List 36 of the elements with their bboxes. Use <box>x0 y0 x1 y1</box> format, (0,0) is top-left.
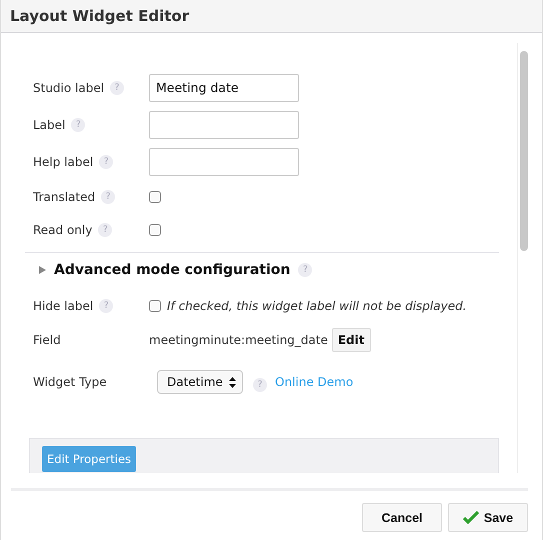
widget-type-select[interactable]: Datetime <box>157 370 243 394</box>
field-label: Widget Type <box>33 375 107 390</box>
field-label: Studio label <box>33 80 104 95</box>
hint-text: If checked, this widget label will not be displayed. <box>167 298 467 313</box>
field-label: Hide label <box>33 298 94 313</box>
field-label: Field <box>33 333 61 348</box>
checkbox[interactable] <box>149 300 161 312</box>
scrollbar[interactable] <box>517 43 530 473</box>
help-icon[interactable]: ? <box>253 378 267 392</box>
field-label: Label <box>33 118 66 132</box>
caret-right-icon[interactable] <box>39 266 46 274</box>
text-field[interactable]: Meeting date <box>149 74 299 102</box>
checkbox[interactable] <box>149 191 161 204</box>
section-title[interactable]: Advanced mode configuration <box>54 262 290 278</box>
save-button[interactable]: Save <box>448 503 528 532</box>
help-icon[interactable]: ? <box>99 298 114 313</box>
text-field[interactable] <box>149 148 299 176</box>
field-label: Translated <box>33 190 96 204</box>
text-field[interactable] <box>149 111 299 140</box>
edit-properties-button[interactable]: Edit Properties <box>42 446 136 472</box>
online-demo-link[interactable]: Online Demo <box>275 375 354 390</box>
help-icon[interactable]: ? <box>99 155 114 170</box>
help-icon[interactable]: ? <box>71 118 86 132</box>
field-label: Help label <box>33 155 94 170</box>
field-label: Read only <box>33 222 92 237</box>
field-value: meetingminute:meeting_date <box>149 333 328 348</box>
help-icon[interactable]: ? <box>298 263 312 278</box>
help-icon[interactable]: ? <box>101 190 116 204</box>
cancel-button[interactable]: Cancel <box>362 503 442 532</box>
help-icon[interactable]: ? <box>98 222 112 237</box>
window-title: Layout Widget Editor <box>1 0 542 33</box>
edit-button[interactable]: Edit <box>332 328 370 352</box>
check-icon <box>462 511 479 524</box>
checkbox[interactable] <box>149 224 161 236</box>
sort-arrows-icon <box>229 376 236 388</box>
help-icon[interactable]: ? <box>110 80 124 95</box>
